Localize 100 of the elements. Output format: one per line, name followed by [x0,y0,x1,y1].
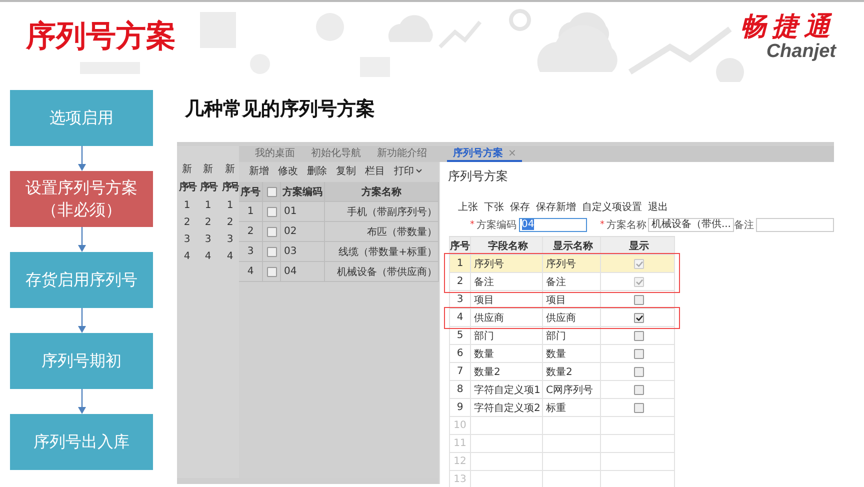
table-cell: 12 [449,453,471,470]
table-cell-text: 备注 [546,276,566,288]
toolbar-button[interactable]: 退出 [648,200,668,216]
checkbox[interactable] [266,206,276,216]
checkbox[interactable] [266,226,276,236]
table-cell-text: 备注 [474,276,494,288]
checkbox[interactable] [634,402,644,412]
checkbox[interactable] [634,294,644,304]
table-cell: 1 [239,202,263,221]
tab-label: 新 [203,162,213,177]
table-cell-text: C网序列号 [546,384,593,396]
column-header: 显示名称 [543,237,601,254]
column-header: 序号 [449,237,471,254]
table-cell-text: 供应商 [474,312,504,324]
logo-latin: Chanjet [766,42,836,62]
toolbar-button[interactable]: 修改 [278,164,298,178]
table-cell-text: 项目 [474,294,494,306]
table-cell-text: 字符自定义项2 [474,402,540,414]
dialog-title: 序列号方案 [447,168,509,185]
table-cell-text: 1 [204,199,212,213]
toolbar-button[interactable]: 保存新增 [536,200,576,216]
field-label: 方案编码 [476,218,516,232]
logo-name: 畅捷通 [740,12,836,42]
checkbox[interactable] [266,186,276,196]
table-cell: 1 [449,255,471,272]
table-cell-text: 供应商 [546,312,576,324]
table-cell: 2 [239,222,263,241]
checkbox[interactable] [634,330,644,340]
checkbox[interactable] [266,246,276,256]
table-cell-text: 部门 [474,330,494,342]
table-cell-text: 4 [184,250,190,264]
tab-label: 新 [182,162,192,177]
table-cell-text: 标重 [546,402,566,414]
checkbox[interactable] [634,384,644,394]
table-cell: 6 [449,345,471,362]
checkbox[interactable] [634,348,644,358]
table-cell-text: 2 [226,216,234,230]
table-cell-text: 序列号 [546,258,576,270]
table-cell-text: 2 [204,216,212,230]
down-arrow [76,308,86,333]
table-cell: 01 [281,202,325,221]
toolbar-button[interactable]: 自定义项设置 [582,200,642,216]
column-header: 字段名称 [471,237,543,254]
table-cell: 13 [449,471,471,487]
toolbar-button[interactable]: 上张 [458,200,478,216]
flow-step: 序列号期初 [10,333,153,389]
input-field[interactable]: 04 [518,218,586,232]
table-cell-text: 4 [226,250,234,264]
table-cell-text: 项目 [546,294,566,306]
input-field[interactable]: 机械设备（带供... [648,218,734,232]
table-cell-text: 部门 [546,330,566,342]
flow-step: 序列号出入库 [10,414,153,470]
slide-title: 序列号方案 [26,18,176,56]
table-cell: 4 [449,309,471,326]
column-header: 显示 [601,237,675,254]
table-cell: 04 [281,262,325,281]
table-cell-text: 3 [204,233,212,247]
table-cell: 8 [449,381,471,398]
toolbar-button[interactable]: 栏目 [365,164,385,178]
column-header: 序号 [239,182,263,201]
table-cell-text: 1 [184,199,190,213]
field-label: 备注 [734,218,754,232]
checkbox[interactable] [266,266,276,276]
checkbox[interactable] [634,366,644,376]
table-cell: 7 [449,363,471,380]
table-cell-text: 1 [226,199,234,213]
toolbar-button[interactable]: 打印 [394,164,422,178]
table-cell-text: 数量 [546,348,566,360]
table-cell-text: 3 [226,233,234,247]
table-cell: 5 [449,327,471,344]
toolbar-button[interactable]: 复制 [336,164,356,178]
table-cell: 03 [281,242,325,261]
down-arrow [76,227,86,252]
table-cell-text: 数量2 [546,366,572,378]
toolbar-button[interactable]: 新增 [249,164,269,178]
caret-icon [416,169,422,173]
table-cell: 9 [449,399,471,416]
table-cell: 02 [281,222,325,241]
toolbar-button[interactable]: 保存 [510,200,530,216]
down-arrow [76,146,86,171]
input-field[interactable] [756,218,834,232]
flow-step: 设置序列号方案（非必须） [10,171,153,227]
toolbar-button[interactable]: 删除 [307,164,327,178]
tab-label: 新 [225,162,235,177]
flow-step: 存货启用序列号 [10,252,153,308]
table-cell: 11 [449,435,471,452]
column-header: 序号 [222,180,238,195]
toolbar-button[interactable]: 下张 [484,200,504,216]
column-header: 序号 [179,180,195,195]
table-cell: 4 [239,262,263,281]
table-cell: 2 [449,273,471,290]
required-mark: * [600,220,604,230]
checkbox[interactable] [634,312,644,322]
table-cell-text: 3 [184,233,190,247]
table-cell-text: 序列号 [474,258,504,270]
required-mark: * [470,220,474,230]
table-cell: 10 [449,417,471,434]
table-cell-text: 2 [184,216,190,230]
table-cell: 3 [239,242,263,261]
down-arrow [76,389,86,414]
